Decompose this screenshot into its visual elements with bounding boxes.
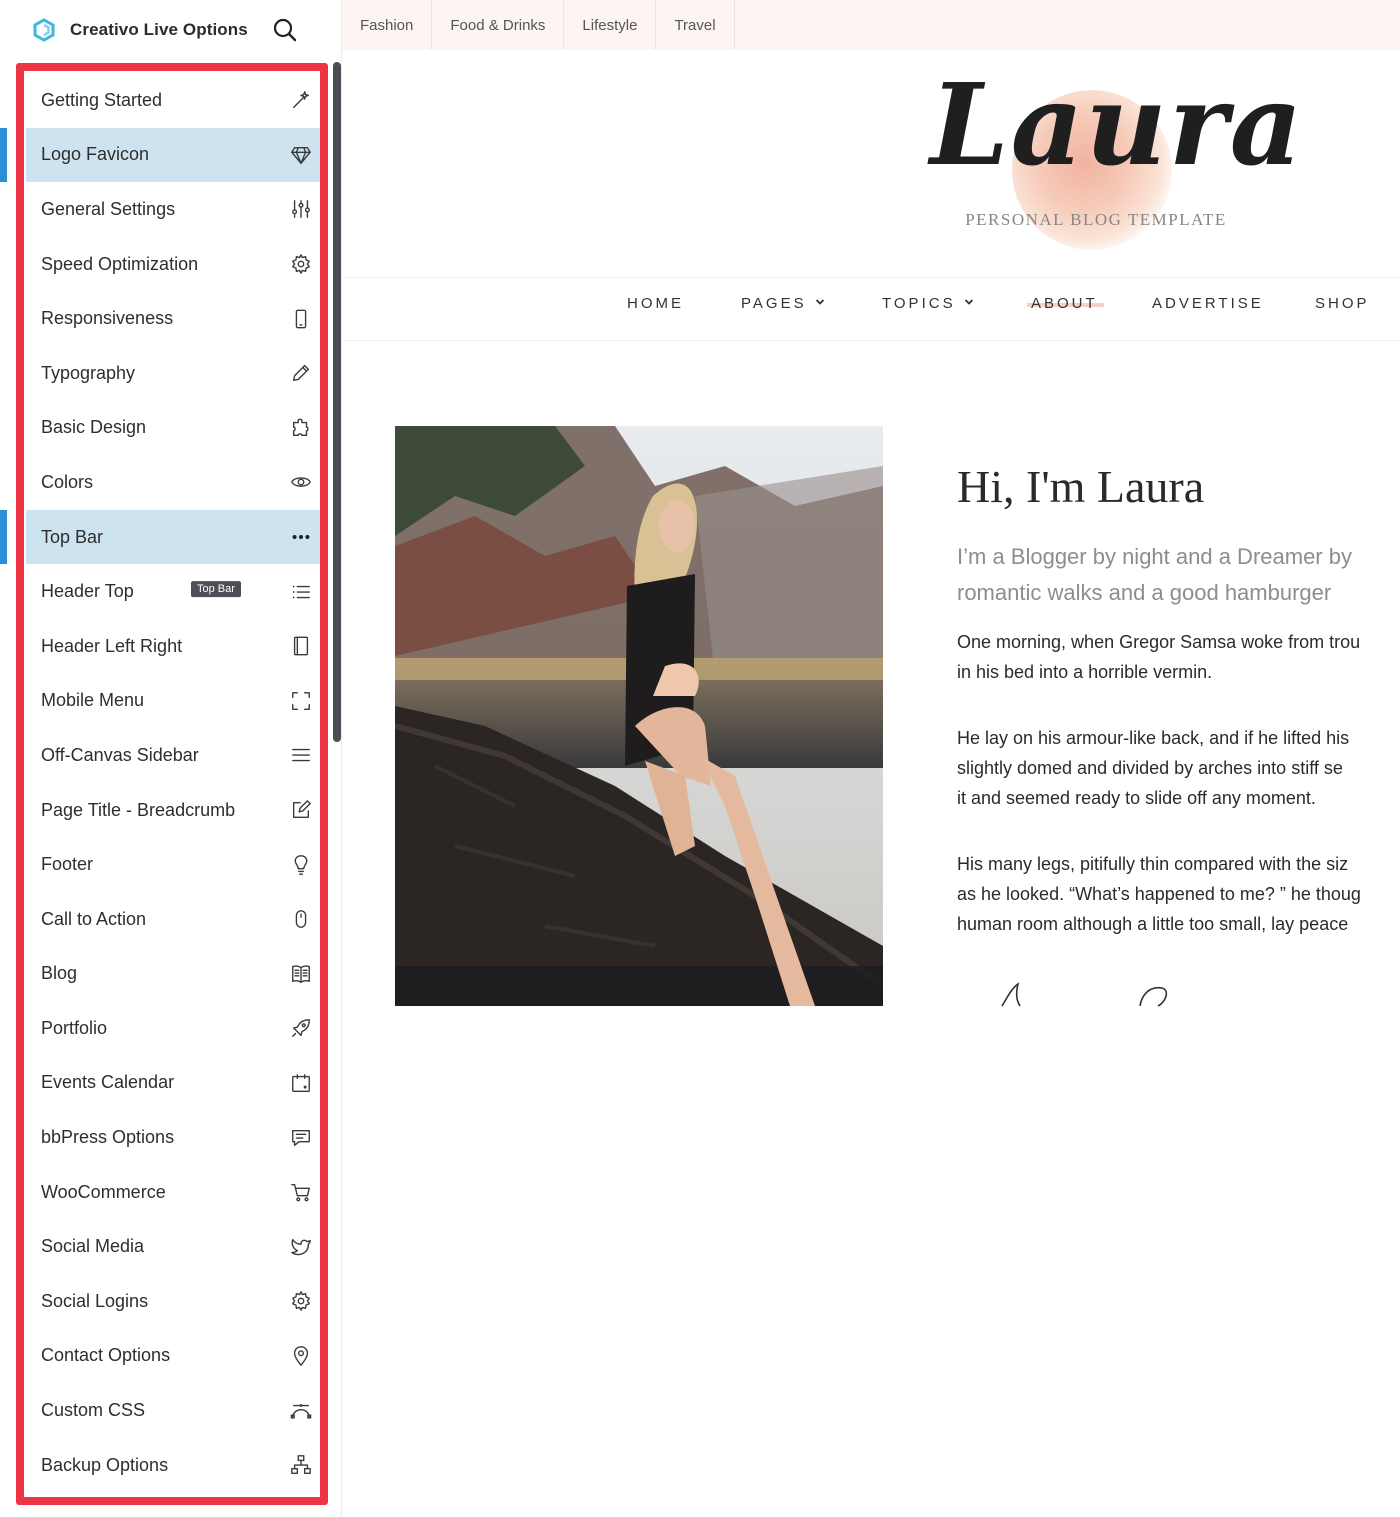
intro-paragraph: His many legs, pitifully thin compared w… (957, 849, 1400, 939)
site-branding[interactable]: Laura PERSONAL BLOG TEMPLATE (930, 60, 1302, 260)
nav-item-label: SHOP (1315, 295, 1370, 312)
paragraph-line: slightly domed and divided by arches int… (957, 758, 1343, 778)
intro-lead-line: I’m a Blogger by night and a Dreamer by (957, 544, 1352, 569)
paragraph-line: He lay on his armour-like back, and if h… (957, 728, 1350, 748)
nav-item-label: TOPICS (882, 295, 956, 312)
intro-section: Hi, I'm Laura I’m a Blogger by night and… (957, 460, 1400, 939)
intro-paragraph: One morning, when Gregor Samsa woke from… (957, 627, 1400, 687)
topbar-link-food-drinks[interactable]: Food & Drinks (432, 0, 565, 50)
paragraph-line: it and seemed ready to slide off any mom… (957, 788, 1316, 808)
nav-item-label: PAGES (741, 295, 807, 312)
nav-item-home[interactable]: HOME (627, 295, 684, 312)
intro-lead: I’m a Blogger by night and a Dreamer by … (957, 539, 1400, 611)
paragraph-line: One morning, when Gregor Samsa woke from… (957, 632, 1361, 652)
search-icon[interactable] (272, 17, 298, 43)
intro-heading: Hi, I'm Laura (957, 461, 1205, 512)
topbar-link-travel[interactable]: Travel (656, 0, 735, 50)
paragraph-line: human room although a little too small, … (957, 914, 1349, 934)
site-tagline: PERSONAL BLOG TEMPLATE (965, 210, 1227, 229)
nav-item-pages[interactable]: PAGES (741, 295, 825, 312)
topbar-link-lifestyle[interactable]: Lifestyle (564, 0, 657, 50)
sidebar-scrollbar[interactable] (333, 62, 341, 742)
paragraph-line: as he looked. “What’s happened to me? ” … (957, 884, 1361, 904)
divider (342, 277, 1400, 278)
nav-item-shop[interactable]: SHOP (1315, 295, 1370, 312)
intro-lead-line: romantic walks and a good hamburger (957, 580, 1332, 605)
chevron-down-icon (815, 297, 825, 310)
app-title: Creativo Live Options (70, 20, 248, 39)
top-bar: Fashion Food & Drinks Lifestyle Travel (342, 0, 1400, 50)
nav-item-topics[interactable]: TOPICS (882, 295, 974, 312)
topbar-link-fashion[interactable]: Fashion (342, 0, 433, 50)
signature-image (1001, 982, 1168, 1007)
chevron-down-icon (964, 297, 974, 310)
author-photo (395, 426, 883, 1006)
intro-paragraph: He lay on his armour-like back, and if h… (957, 723, 1400, 813)
divider (342, 340, 1400, 341)
nav-item-label: ADVERTISE (1152, 295, 1264, 312)
active-indicator (0, 127, 7, 182)
options-sidebar: Creativo Live Options Getting Started Log… (0, 0, 342, 1517)
active-indicator (0, 509, 7, 564)
paragraph-line: His many legs, pitifully thin compared w… (957, 854, 1349, 874)
site-logo[interactable]: Laura (930, 60, 1302, 191)
nav-item-label: HOME (627, 295, 684, 312)
paragraph-line: in his bed into a horrible vermin. (957, 662, 1213, 682)
nav-item-about[interactable]: ABOUT (1027, 295, 1104, 312)
nav-item-advertise[interactable]: ADVERTISE (1152, 295, 1264, 312)
nav-item-label: ABOUT (1031, 295, 1098, 312)
highlight-frame (16, 63, 328, 1505)
hexagon-logo-icon (33, 18, 55, 42)
